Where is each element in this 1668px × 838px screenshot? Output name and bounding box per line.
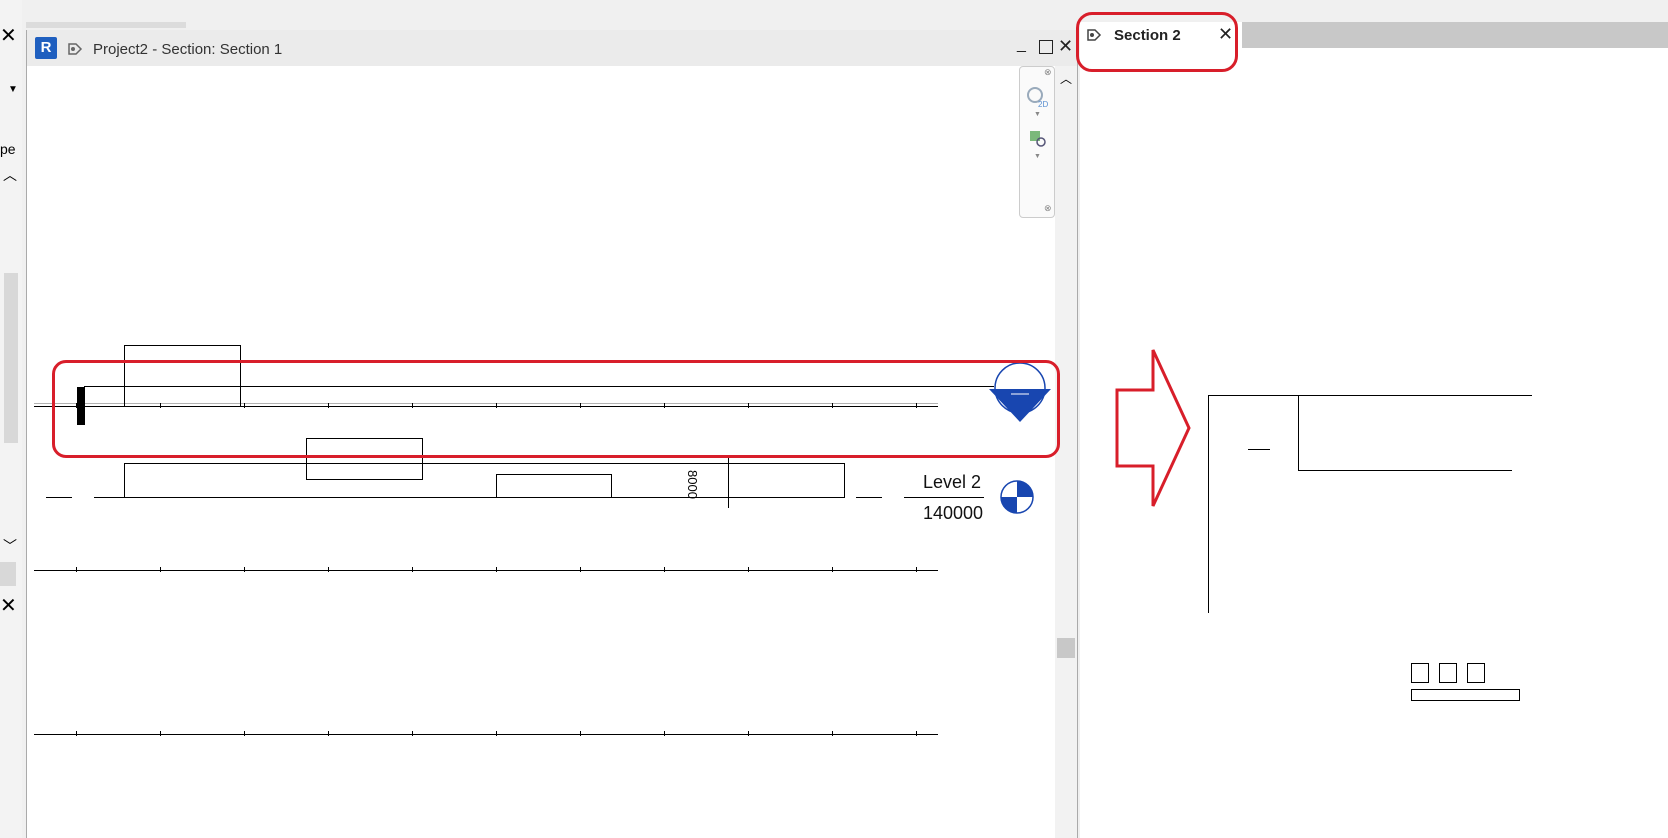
chevron-down-icon[interactable]: ﹀ (3, 536, 17, 556)
close-icon[interactable]: ✕ (0, 26, 17, 46)
side-panel-text: pe (0, 141, 16, 157)
element-box (124, 463, 845, 498)
level-line (46, 497, 72, 498)
chevron-up-icon[interactable]: ︿ (1060, 70, 1072, 87)
zoom-2d-icon[interactable]: 2D (1025, 85, 1049, 109)
top-strip (0, 0, 1668, 22)
scrollbar-thumb[interactable] (1057, 638, 1075, 658)
top-tab-stub (26, 22, 186, 28)
level-name: Level 2 (923, 472, 982, 492)
navigation-bar: ⊗ 2D ▼ ▼ ⊗ (1019, 66, 1055, 218)
maximize-icon[interactable] (1039, 40, 1053, 54)
panel-stub (0, 562, 16, 586)
level-line (94, 497, 844, 498)
grid-line (1298, 395, 1299, 471)
level-head-icon[interactable] (999, 479, 1035, 515)
chevron-up-icon[interactable]: ︿ (3, 165, 17, 185)
close-icon[interactable]: ⊗ (1044, 67, 1052, 78)
dropdown-arrow-icon[interactable]: ▼ (1034, 153, 1041, 160)
level-line (34, 734, 938, 735)
window-titlebar[interactable]: R Project2 - Section: Section 1 _ ✕ (27, 30, 1077, 66)
tab-highlight-box (1076, 12, 1238, 72)
element-box (1411, 663, 1429, 683)
element-box (1439, 663, 1457, 683)
level-line (1298, 470, 1512, 471)
level-line (904, 497, 984, 498)
window-title: Project2 - Section: Section 1 (93, 41, 283, 58)
section-view-icon (68, 43, 83, 55)
level-elevation: 140000 (923, 503, 984, 523)
level-line (1248, 449, 1270, 450)
element-box (496, 474, 612, 498)
svg-text:2D: 2D (1038, 100, 1048, 109)
vertical-scrollbar[interactable]: ︿ (1055, 66, 1077, 838)
element-box (1411, 689, 1520, 701)
level-line (856, 497, 882, 498)
revit-app-icon: R (35, 37, 57, 59)
scrollbar-thumb[interactable] (4, 273, 18, 443)
resize-grip[interactable]: ⊗ (1044, 203, 1052, 214)
close-icon[interactable]: ✕ (0, 596, 17, 616)
zoom-region-icon[interactable] (1028, 129, 1048, 149)
dimension-value: 8000 (685, 470, 700, 499)
minimize-icon[interactable]: _ (1017, 36, 1026, 54)
level-line (34, 570, 938, 571)
dropdown-arrow-icon[interactable]: ▼ (1034, 111, 1041, 118)
highlight-box (52, 360, 1060, 458)
close-icon[interactable]: ✕ (1058, 36, 1073, 57)
left-dock-panel: ✕ ▼ pe ︿ ﹀ ✕ (0, 0, 22, 838)
arrow-callout-icon (1115, 349, 1191, 507)
dropdown-arrow-icon[interactable]: ▼ (8, 84, 18, 95)
grid-line (1208, 395, 1209, 613)
element-box (1467, 663, 1485, 683)
level-line (1208, 395, 1532, 396)
dimension-line (728, 458, 729, 508)
